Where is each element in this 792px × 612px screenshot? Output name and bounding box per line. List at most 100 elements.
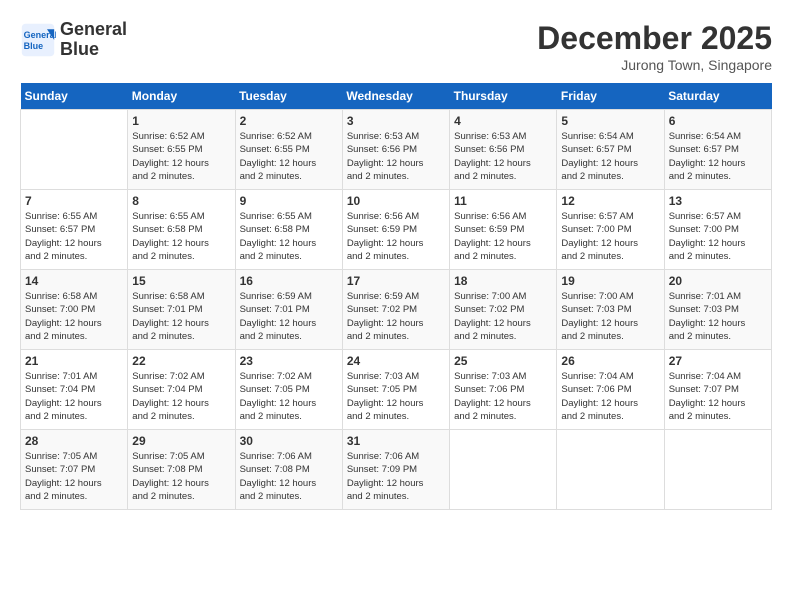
- day-number: 22: [132, 354, 230, 368]
- calendar-cell: 18 Sunrise: 7:00 AMSunset: 7:02 PMDayligh…: [450, 270, 557, 350]
- day-info: Sunrise: 6:54 AMSunset: 6:57 PMDaylight:…: [669, 130, 767, 183]
- calendar-cell: 12 Sunrise: 6:57 AMSunset: 7:00 PMDayligh…: [557, 190, 664, 270]
- calendar-cell: 28Sunrise: 7:05 AMSunset: 7:07 PMDayligh…: [21, 430, 128, 510]
- day-info: Sunrise: 6:53 AMSunset: 6:56 PMDaylight:…: [347, 130, 445, 183]
- day-number: 2: [240, 114, 338, 128]
- svg-text:Blue: Blue: [24, 41, 44, 51]
- day-number: 27: [669, 354, 767, 368]
- day-info: Sunrise: 6:59 AMSunset: 7:02 PMDaylight:…: [347, 290, 445, 343]
- day-number: 19: [561, 274, 659, 288]
- day-header-friday: Friday: [557, 83, 664, 110]
- day-info: Sunrise: 6:58 AMSunset: 7:00 PMDaylight:…: [25, 290, 123, 343]
- day-number: 23: [240, 354, 338, 368]
- calendar-cell: [21, 110, 128, 190]
- day-info: Sunrise: 6:52 AMSunset: 6:55 PMDaylight:…: [240, 130, 338, 183]
- day-info: Sunrise: 6:54 AMSunset: 6:57 PMDaylight:…: [561, 130, 659, 183]
- day-info: Sunrise: 7:04 AMSunset: 7:06 PMDaylight:…: [561, 370, 659, 423]
- day-number: 26: [561, 354, 659, 368]
- calendar-cell: [557, 430, 664, 510]
- calendar-cell: 2 Sunrise: 6:52 AMSunset: 6:55 PMDaylight…: [235, 110, 342, 190]
- calendar-week-row: 1 Sunrise: 6:52 AMSunset: 6:55 PMDaylight…: [21, 110, 772, 190]
- month-title: December 2025: [537, 20, 772, 57]
- day-info: Sunrise: 7:03 AMSunset: 7:05 PMDaylight:…: [347, 370, 445, 423]
- calendar-cell: 13Sunrise: 6:57 AMSunset: 7:00 PMDayligh…: [664, 190, 771, 270]
- day-header-sunday: Sunday: [21, 83, 128, 110]
- day-info: Sunrise: 6:55 AMSunset: 6:58 PMDaylight:…: [240, 210, 338, 263]
- day-info: Sunrise: 6:57 AMSunset: 7:00 PMDaylight:…: [561, 210, 659, 263]
- day-number: 12: [561, 194, 659, 208]
- calendar-header-row: SundayMondayTuesdayWednesdayThursdayFrid…: [21, 83, 772, 110]
- calendar-cell: 19 Sunrise: 7:00 AMSunset: 7:03 PMDayligh…: [557, 270, 664, 350]
- calendar-cell: 24 Sunrise: 7:03 AMSunset: 7:05 PMDayligh…: [342, 350, 449, 430]
- day-info: Sunrise: 6:53 AMSunset: 6:56 PMDaylight:…: [454, 130, 552, 183]
- day-header-saturday: Saturday: [664, 83, 771, 110]
- page-header: General Blue General Blue December 2025 …: [20, 20, 772, 73]
- day-info: Sunrise: 6:52 AMSunset: 6:55 PMDaylight:…: [132, 130, 230, 183]
- day-number: 5: [561, 114, 659, 128]
- title-block: December 2025 Jurong Town, Singapore: [537, 20, 772, 73]
- day-number: 3: [347, 114, 445, 128]
- calendar-cell: [664, 430, 771, 510]
- day-number: 29: [132, 434, 230, 448]
- day-number: 21: [25, 354, 123, 368]
- calendar-cell: 15Sunrise: 6:58 AMSunset: 7:01 PMDayligh…: [128, 270, 235, 350]
- day-info: Sunrise: 7:06 AMSunset: 7:09 PMDaylight:…: [347, 450, 445, 503]
- day-number: 6: [669, 114, 767, 128]
- day-number: 14: [25, 274, 123, 288]
- calendar-cell: 10Sunrise: 6:56 AMSunset: 6:59 PMDayligh…: [342, 190, 449, 270]
- location-subtitle: Jurong Town, Singapore: [537, 57, 772, 73]
- calendar-cell: 20Sunrise: 7:01 AMSunset: 7:03 PMDayligh…: [664, 270, 771, 350]
- day-header-thursday: Thursday: [450, 83, 557, 110]
- day-number: 4: [454, 114, 552, 128]
- day-number: 11: [454, 194, 552, 208]
- day-info: Sunrise: 7:01 AMSunset: 7:04 PMDaylight:…: [25, 370, 123, 423]
- logo-text: General Blue: [60, 20, 127, 60]
- day-number: 25: [454, 354, 552, 368]
- calendar-week-row: 28Sunrise: 7:05 AMSunset: 7:07 PMDayligh…: [21, 430, 772, 510]
- calendar-cell: 14 Sunrise: 6:58 AMSunset: 7:00 PMDayligh…: [21, 270, 128, 350]
- calendar-cell: 22 Sunrise: 7:02 AMSunset: 7:04 PMDayligh…: [128, 350, 235, 430]
- day-info: Sunrise: 6:55 AMSunset: 6:58 PMDaylight:…: [132, 210, 230, 263]
- calendar-cell: 1 Sunrise: 6:52 AMSunset: 6:55 PMDaylight…: [128, 110, 235, 190]
- logo-icon: General Blue: [20, 22, 56, 58]
- day-number: 24: [347, 354, 445, 368]
- calendar-cell: 5 Sunrise: 6:54 AMSunset: 6:57 PMDaylight…: [557, 110, 664, 190]
- day-number: 7: [25, 194, 123, 208]
- calendar-cell: 17 Sunrise: 6:59 AMSunset: 7:02 PMDayligh…: [342, 270, 449, 350]
- day-number: 18: [454, 274, 552, 288]
- calendar-cell: 9 Sunrise: 6:55 AMSunset: 6:58 PMDaylight…: [235, 190, 342, 270]
- day-number: 13: [669, 194, 767, 208]
- day-info: Sunrise: 7:05 AMSunset: 7:08 PMDaylight:…: [132, 450, 230, 503]
- calendar-week-row: 7Sunrise: 6:55 AMSunset: 6:57 PMDaylight…: [21, 190, 772, 270]
- day-info: Sunrise: 7:02 AMSunset: 7:05 PMDaylight:…: [240, 370, 338, 423]
- calendar-week-row: 14 Sunrise: 6:58 AMSunset: 7:00 PMDayligh…: [21, 270, 772, 350]
- calendar-week-row: 21 Sunrise: 7:01 AMSunset: 7:04 PMDayligh…: [21, 350, 772, 430]
- calendar-cell: 23 Sunrise: 7:02 AMSunset: 7:05 PMDayligh…: [235, 350, 342, 430]
- day-number: 9: [240, 194, 338, 208]
- day-info: Sunrise: 7:02 AMSunset: 7:04 PMDaylight:…: [132, 370, 230, 423]
- calendar-cell: 11 Sunrise: 6:56 AMSunset: 6:59 PMDayligh…: [450, 190, 557, 270]
- day-info: Sunrise: 7:00 AMSunset: 7:02 PMDaylight:…: [454, 290, 552, 343]
- calendar-cell: 27Sunrise: 7:04 AMSunset: 7:07 PMDayligh…: [664, 350, 771, 430]
- calendar-table: SundayMondayTuesdayWednesdayThursdayFrid…: [20, 83, 772, 510]
- calendar-cell: 16 Sunrise: 6:59 AMSunset: 7:01 PMDayligh…: [235, 270, 342, 350]
- day-info: Sunrise: 6:56 AMSunset: 6:59 PMDaylight:…: [454, 210, 552, 263]
- calendar-cell: 7Sunrise: 6:55 AMSunset: 6:57 PMDaylight…: [21, 190, 128, 270]
- day-header-monday: Monday: [128, 83, 235, 110]
- day-number: 17: [347, 274, 445, 288]
- calendar-cell: 29 Sunrise: 7:05 AMSunset: 7:08 PMDayligh…: [128, 430, 235, 510]
- calendar-cell: 6 Sunrise: 6:54 AMSunset: 6:57 PMDaylight…: [664, 110, 771, 190]
- calendar-cell: [450, 430, 557, 510]
- day-info: Sunrise: 6:59 AMSunset: 7:01 PMDaylight:…: [240, 290, 338, 343]
- day-number: 16: [240, 274, 338, 288]
- logo: General Blue General Blue: [20, 20, 127, 60]
- day-info: Sunrise: 6:58 AMSunset: 7:01 PMDaylight:…: [132, 290, 230, 343]
- day-number: 20: [669, 274, 767, 288]
- day-info: Sunrise: 7:00 AMSunset: 7:03 PMDaylight:…: [561, 290, 659, 343]
- day-number: 30: [240, 434, 338, 448]
- day-header-wednesday: Wednesday: [342, 83, 449, 110]
- day-number: 1: [132, 114, 230, 128]
- calendar-cell: 26 Sunrise: 7:04 AMSunset: 7:06 PMDayligh…: [557, 350, 664, 430]
- day-number: 8: [132, 194, 230, 208]
- day-info: Sunrise: 6:56 AMSunset: 6:59 PMDaylight:…: [347, 210, 445, 263]
